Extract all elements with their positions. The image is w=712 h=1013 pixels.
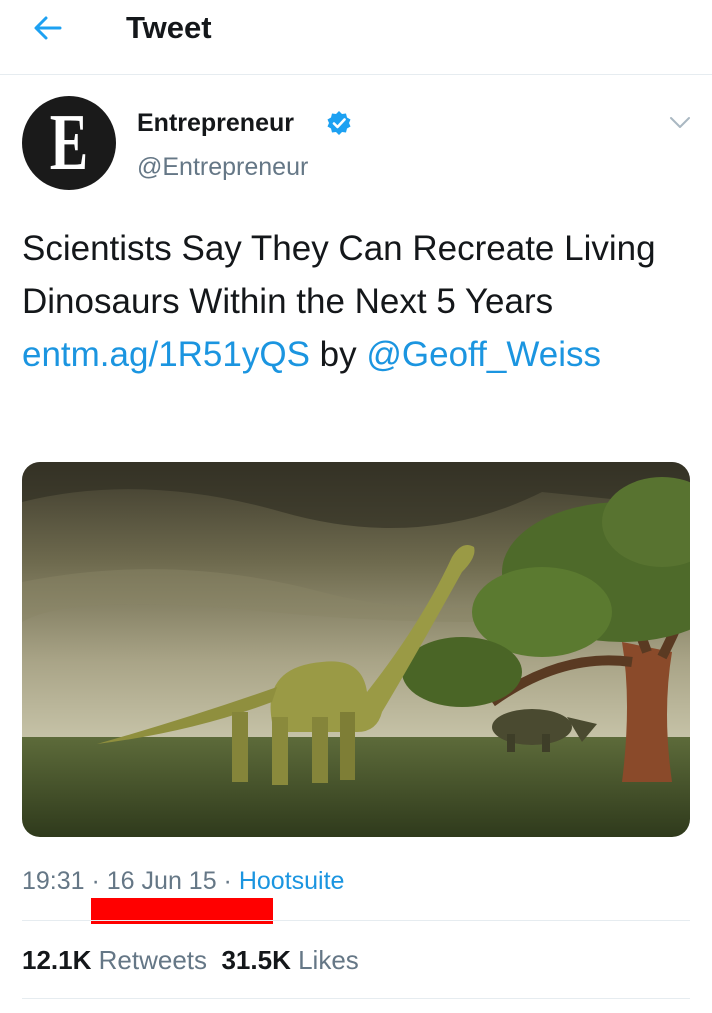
top-bar: Tweet	[0, 0, 712, 75]
meta-separator: ·	[216, 867, 239, 895]
tweet-media-image[interactable]	[22, 462, 690, 837]
tweet-date: 16 Jun 15	[106, 867, 217, 895]
likes-label: Likes	[298, 945, 359, 975]
chevron-down-icon[interactable]	[668, 112, 692, 132]
retweets-count: 12.1K	[22, 945, 92, 975]
tweet-stats: 12.1K Retweets 31.5K Likes	[22, 942, 359, 978]
author-handle[interactable]: @Entrepreneur	[137, 152, 308, 182]
verified-badge-icon	[327, 111, 351, 135]
dinosaur-scene-image	[22, 462, 690, 837]
likes-stat[interactable]: 31.5K Likes	[221, 945, 358, 975]
tweet-time: 19:31	[22, 867, 85, 895]
retweets-stat[interactable]: 12.1K Retweets	[22, 945, 207, 975]
tweet-source-link[interactable]: Hootsuite	[239, 867, 345, 895]
avatar[interactable]: E	[22, 96, 116, 190]
divider	[22, 998, 690, 999]
tweet-by: by	[309, 335, 367, 374]
page-title: Tweet	[126, 10, 212, 45]
avatar-letter: E	[49, 99, 89, 187]
tweet-link[interactable]: entm.ag/1R51yQS	[22, 335, 310, 374]
author-name[interactable]: Entrepreneur	[137, 108, 294, 138]
likes-count: 31.5K	[221, 945, 291, 975]
tweet-text: Scientists Say They Can Recreate Living …	[22, 222, 692, 381]
tweet-meta: 19:31 · 16 Jun 15 · Hootsuite	[22, 864, 344, 898]
divider	[22, 920, 690, 921]
tweet-mention[interactable]: @Geoff_Weiss	[366, 335, 601, 374]
meta-separator: ·	[84, 867, 107, 895]
retweets-label: Retweets	[98, 945, 208, 975]
tweet-body: Scientists Say They Can Recreate Living …	[22, 229, 656, 321]
arrow-left-icon[interactable]	[30, 10, 66, 46]
